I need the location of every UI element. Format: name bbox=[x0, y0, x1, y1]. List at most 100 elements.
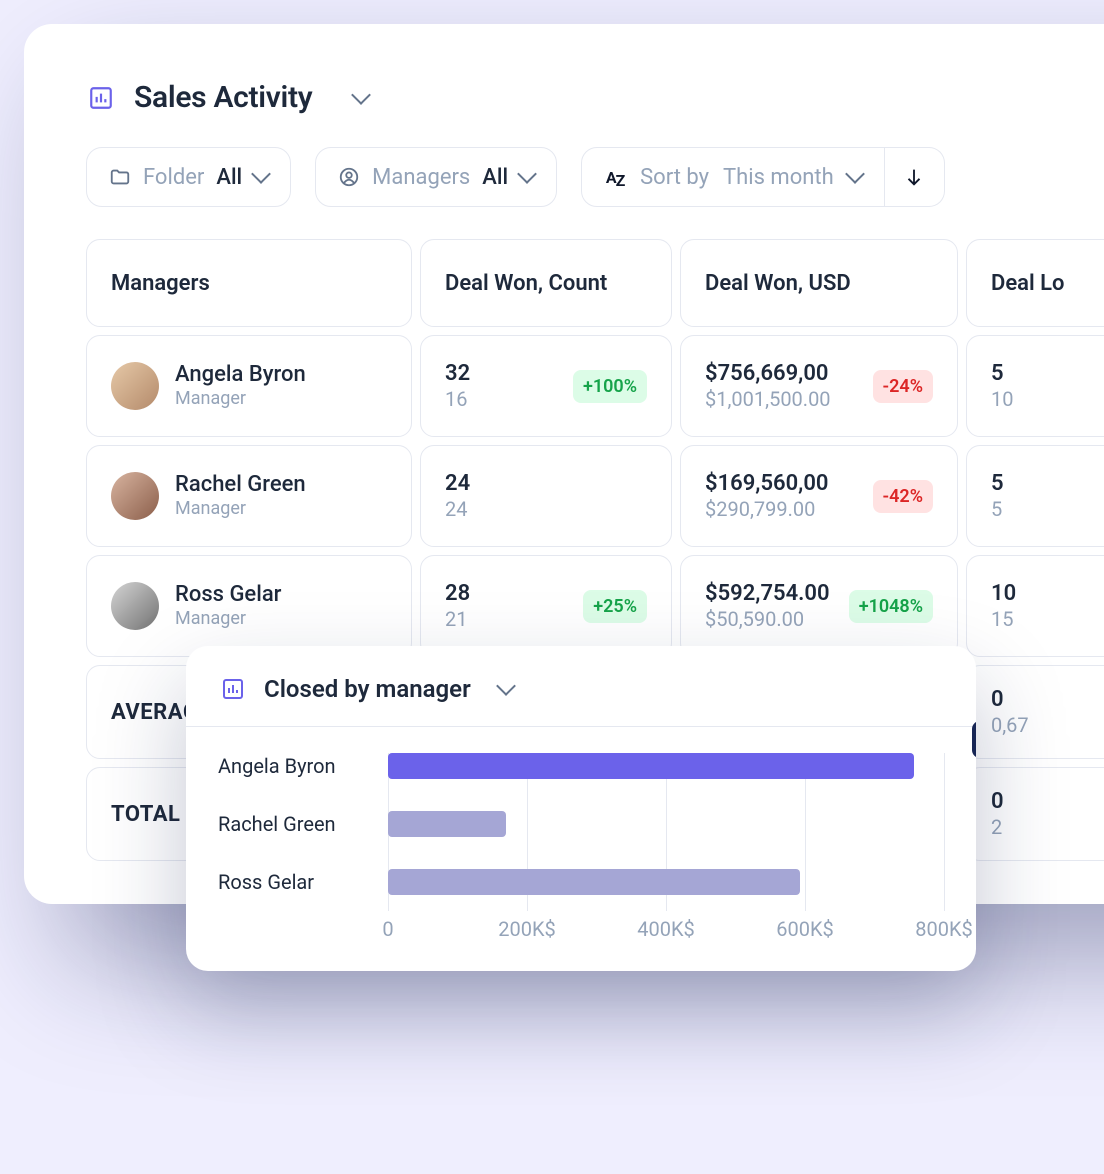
value-sub: 5 bbox=[991, 497, 1004, 522]
sort-direction-button[interactable] bbox=[885, 147, 945, 207]
az-icon: AZ bbox=[604, 166, 626, 188]
value-top: 28 bbox=[445, 580, 470, 608]
filter-bar: Folder All Managers All AZ Sort by This … bbox=[86, 147, 1104, 239]
folder-value: All bbox=[216, 165, 242, 190]
delta-badge: +100% bbox=[573, 370, 647, 403]
value-sub: 21 bbox=[445, 607, 470, 632]
value-sub: 15 bbox=[991, 607, 1016, 632]
chart-plot-area: 756,669$ Angela Byron Rachel Green Ross … bbox=[186, 727, 976, 971]
value-top: 32 bbox=[445, 360, 470, 388]
cell-lost: 5 5 bbox=[966, 445, 1104, 547]
table-row[interactable]: Ross Gelar Manager bbox=[86, 555, 412, 657]
folder-icon bbox=[109, 166, 131, 188]
x-tick: 0 bbox=[382, 917, 393, 941]
col-managers: Managers bbox=[86, 239, 412, 327]
managers-label: Managers bbox=[372, 165, 470, 190]
value-top: 5 bbox=[991, 360, 1013, 388]
title-row: Sales Activity bbox=[86, 80, 1104, 147]
cell-lost: 10 15 +33 bbox=[966, 555, 1104, 657]
person-icon bbox=[338, 166, 360, 188]
cell-lost: 5 10 +10 bbox=[966, 335, 1104, 437]
value-sub: 10 bbox=[991, 387, 1013, 412]
value-top: $756,669,00 bbox=[705, 360, 831, 388]
arrow-down-icon bbox=[903, 166, 925, 188]
cell-usd: $756,669,00 $1,001,500.00 -24% bbox=[680, 335, 958, 437]
col-deal-won-count: Deal Won, Count bbox=[420, 239, 672, 327]
bar-label: Angela Byron bbox=[218, 754, 388, 778]
chevron-down-icon bbox=[251, 164, 271, 184]
cell-usd: $169,560,00 $290,799.00 -42% bbox=[680, 445, 958, 547]
bar-label: Ross Gelar bbox=[218, 870, 388, 894]
chevron-down-icon bbox=[517, 164, 537, 184]
value-sub: 2 bbox=[991, 815, 1004, 840]
summary-label: TOTAL bbox=[111, 802, 180, 827]
value-sub: 0,67 bbox=[991, 713, 1029, 738]
chart-header: Closed by manager bbox=[186, 646, 976, 727]
value-sub: 16 bbox=[445, 387, 470, 412]
cell-count: 32 16 +100% bbox=[420, 335, 672, 437]
managers-value: All bbox=[482, 165, 508, 190]
chevron-down-icon[interactable] bbox=[496, 676, 516, 696]
folder-label: Folder bbox=[143, 165, 204, 190]
folder-filter[interactable]: Folder All bbox=[86, 147, 291, 207]
page-title: Sales Activity bbox=[134, 80, 312, 115]
manager-name: Ross Gelar bbox=[175, 582, 281, 608]
sort-label: Sort by bbox=[640, 165, 709, 190]
cell-count: 28 21 +25% bbox=[420, 555, 672, 657]
col-deal-won-usd: Deal Won, USD bbox=[680, 239, 958, 327]
chart-tooltip: 756,669$ bbox=[972, 721, 976, 758]
chart-icon bbox=[86, 83, 116, 113]
value-top: 0 bbox=[991, 686, 1029, 714]
value-top: 10 bbox=[991, 580, 1016, 608]
bar-track bbox=[388, 811, 944, 837]
value-top: 24 bbox=[445, 470, 470, 498]
value-sub: $50,590.00 bbox=[705, 607, 830, 632]
x-tick: 600K$ bbox=[776, 917, 834, 941]
x-tick: 200K$ bbox=[498, 917, 556, 941]
avatar bbox=[111, 362, 159, 410]
sort-value: This month bbox=[723, 165, 834, 190]
table-row[interactable]: Angela Byron Manager bbox=[86, 335, 412, 437]
closed-by-manager-card: Closed by manager 756,669$ Angela Byron … bbox=[186, 646, 976, 971]
chart-icon bbox=[218, 674, 248, 704]
manager-role: Manager bbox=[175, 498, 306, 520]
value-sub: $290,799.00 bbox=[705, 497, 828, 522]
bar-chart: Angela Byron Rachel Green Ross Gelar bbox=[218, 753, 944, 895]
cell-count: 24 24 bbox=[420, 445, 672, 547]
avatar bbox=[111, 472, 159, 520]
bar-track bbox=[388, 869, 944, 895]
delta-badge: -42% bbox=[873, 480, 933, 513]
manager-name: Rachel Green bbox=[175, 472, 306, 498]
value-sub: $1,001,500.00 bbox=[705, 387, 831, 412]
value-top: 0 bbox=[991, 788, 1004, 816]
avatar bbox=[111, 582, 159, 630]
x-tick: 400K$ bbox=[637, 917, 695, 941]
value-top: $169,560,00 bbox=[705, 470, 828, 498]
sort-control: AZ Sort by This month bbox=[581, 147, 945, 207]
bar[interactable] bbox=[388, 753, 914, 779]
value-top: 5 bbox=[991, 470, 1004, 498]
x-axis: 0 200K$ 400K$ 600K$ 800K$ bbox=[218, 917, 944, 941]
cell-lost: 0 0,67 +1 bbox=[966, 665, 1104, 759]
manager-role: Manager bbox=[175, 388, 306, 410]
value-sub: 24 bbox=[445, 497, 470, 522]
bar[interactable] bbox=[388, 811, 506, 837]
chevron-down-icon[interactable] bbox=[351, 85, 371, 105]
cell-lost: 0 2 +100 bbox=[966, 767, 1104, 861]
delta-badge: +1048% bbox=[849, 590, 933, 623]
cell-usd: $592,754.00 $50,590.00 +1048% bbox=[680, 555, 958, 657]
x-tick: 800K$ bbox=[915, 917, 973, 941]
sort-filter[interactable]: AZ Sort by This month bbox=[581, 147, 885, 207]
col-deal-lost: Deal Lo bbox=[966, 239, 1104, 327]
bar-track bbox=[388, 753, 944, 779]
delta-badge: +25% bbox=[583, 590, 647, 623]
bar[interactable] bbox=[388, 869, 800, 895]
chart-title: Closed by manager bbox=[264, 675, 471, 703]
manager-name: Angela Byron bbox=[175, 362, 306, 388]
managers-filter[interactable]: Managers All bbox=[315, 147, 557, 207]
value-top: $592,754.00 bbox=[705, 580, 830, 608]
bar-label: Rachel Green bbox=[218, 812, 388, 836]
manager-role: Manager bbox=[175, 608, 281, 630]
table-row[interactable]: Rachel Green Manager bbox=[86, 445, 412, 547]
chevron-down-icon bbox=[845, 164, 865, 184]
